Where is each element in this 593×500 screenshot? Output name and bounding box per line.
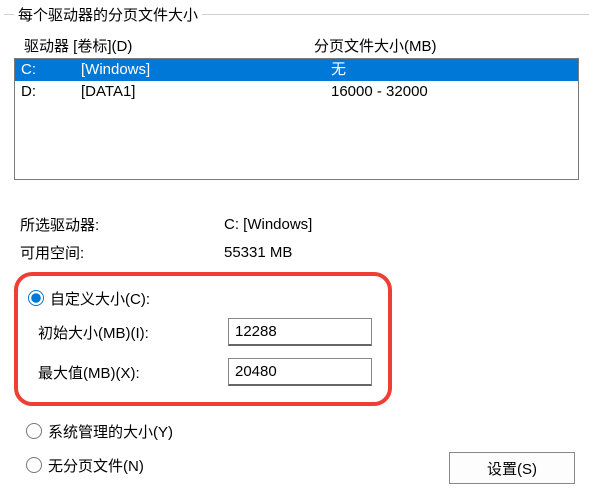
drive-letter: C: [21, 59, 81, 81]
drive-size: 无 [331, 59, 572, 81]
drive-label: [DATA1] [81, 81, 331, 103]
drive-letter: D: [21, 81, 81, 103]
custom-size-radio[interactable] [28, 290, 44, 306]
header-size: 分页文件大小(MB) [314, 35, 437, 56]
header-drive: 驱动器 [卷标](D) [24, 35, 314, 56]
system-managed-label: 系统管理的大小(Y) [48, 421, 173, 442]
system-managed-radio[interactable] [26, 423, 42, 439]
no-paging-label: 无分页文件(N) [48, 455, 144, 476]
drive-label: [Windows] [81, 59, 331, 81]
free-space-value: 55331 MB [224, 244, 579, 261]
selected-drive-value: C: [Windows] [224, 216, 579, 233]
maximum-size-input[interactable] [228, 358, 372, 386]
drive-row-c[interactable]: C: [Windows] 无 [15, 59, 578, 81]
initial-size-label: 初始大小(MB)(I): [28, 322, 228, 343]
selected-drive-label: 所选驱动器: [14, 214, 224, 235]
drive-info: 所选驱动器: C: [Windows] 可用空间: 55331 MB [14, 210, 579, 266]
custom-size-label: 自定义大小(C): [50, 288, 150, 309]
drive-size: 16000 - 32000 [331, 81, 572, 103]
group-title: 每个驱动器的分页文件大小 [14, 4, 202, 25]
drive-row-d[interactable]: D: [DATA1] 16000 - 32000 [15, 81, 578, 103]
custom-size-highlight: 自定义大小(C): 初始大小(MB)(I): 最大值(MB)(X): [14, 272, 392, 406]
set-button[interactable]: 设置(S) [449, 452, 575, 484]
free-space-label: 可用空间: [14, 242, 224, 263]
drive-list[interactable]: C: [Windows] 无 D: [DATA1] 16000 - 32000 [14, 58, 579, 180]
initial-size-input[interactable] [228, 318, 372, 346]
drive-list-header: 驱动器 [卷标](D) 分页文件大小(MB) [14, 33, 579, 58]
no-paging-radio[interactable] [26, 457, 42, 473]
paging-file-group: 每个驱动器的分页文件大小 驱动器 [卷标](D) 分页文件大小(MB) C: [… [4, 4, 589, 494]
maximum-size-label: 最大值(MB)(X): [28, 362, 228, 383]
